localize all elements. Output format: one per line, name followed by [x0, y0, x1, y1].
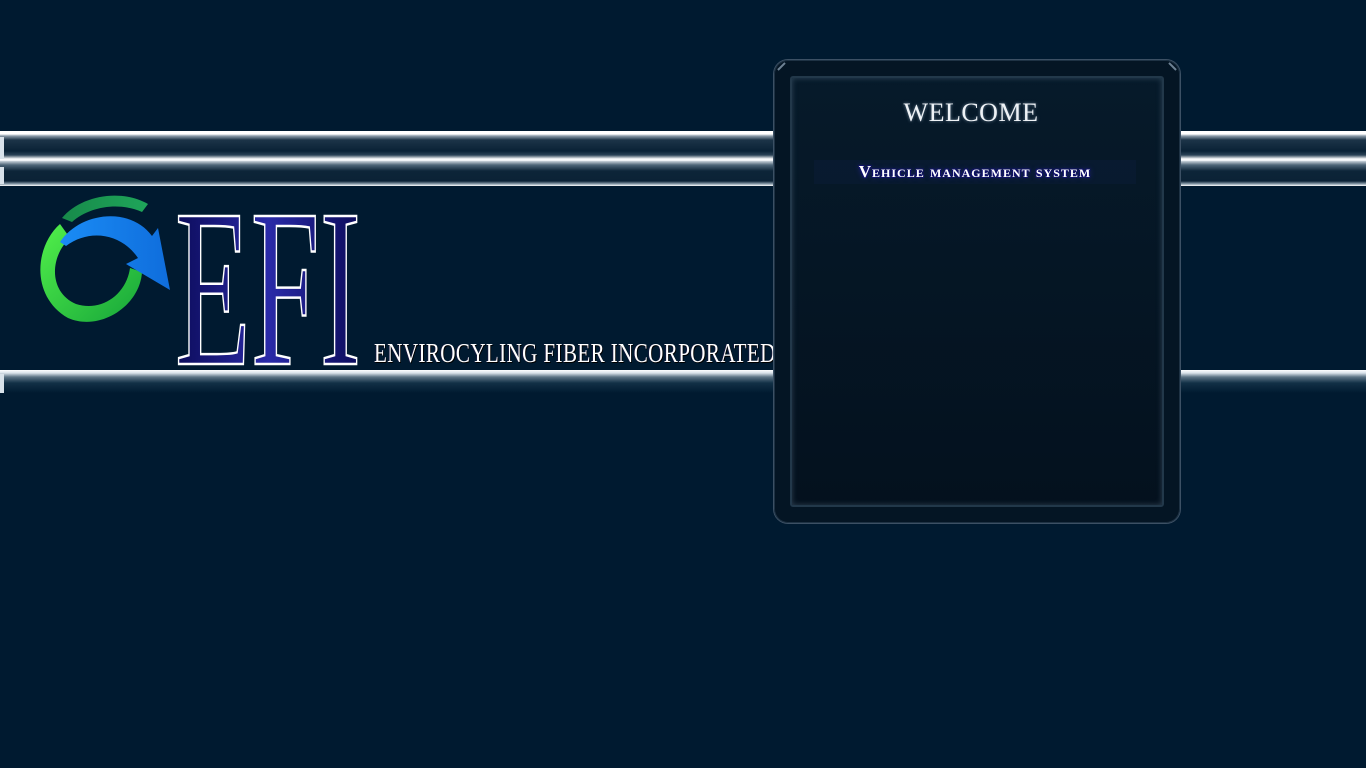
company-name: ENVIROCYLING FIBER INCORPORATED — [374, 338, 776, 368]
welcome-panel-header: WELCOME Vehicle management system — [774, 0, 1168, 200]
system-name-label: Vehicle management system — [814, 160, 1136, 184]
recycle-arrows-icon — [40, 195, 170, 322]
page: EFI ENVIROCYLING FIBER INCORPORATED WELC… — [0, 0, 1366, 768]
efi-logo-letters: EFI — [174, 186, 363, 368]
welcome-title: WELCOME — [903, 98, 1039, 127]
efi-logo-text: EFI — [175, 186, 361, 368]
